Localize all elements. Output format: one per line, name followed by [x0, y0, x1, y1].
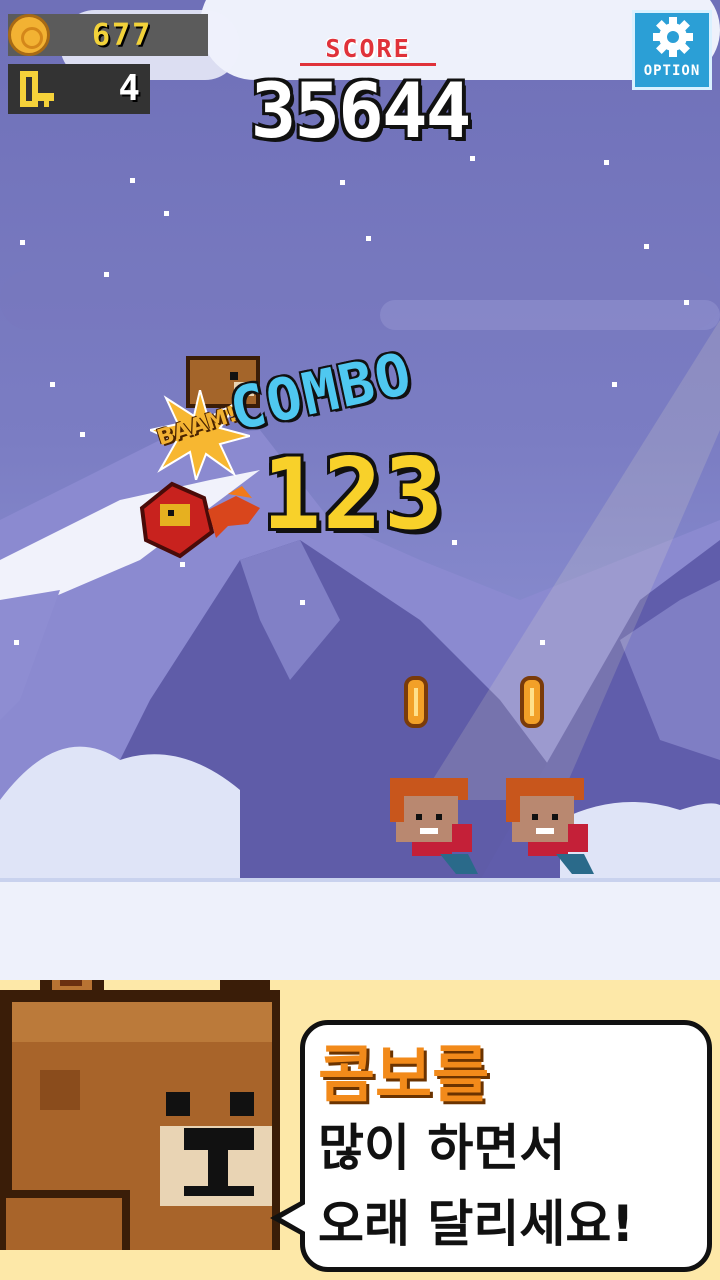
- snowflake: [14, 640, 19, 645]
- snowflake: [180, 562, 185, 567]
- snowflake: [20, 240, 25, 245]
- coin-shine: [414, 688, 418, 716]
- coin-shine: [530, 688, 534, 716]
- key-count: 4: [118, 68, 140, 109]
- snowflake: [104, 272, 109, 277]
- game-scene: BAAM! COMBO 123 677 4 SCORE 35644 OPTION: [0, 0, 720, 980]
- coin-icon: [8, 14, 50, 56]
- snowflake: [80, 432, 85, 437]
- score-label: SCORE: [300, 34, 436, 66]
- snowflake: [684, 300, 689, 305]
- bear-mascot: [0, 980, 280, 1250]
- snowflake: [612, 382, 617, 387]
- snowflake: [300, 600, 305, 605]
- snowflake: [366, 236, 371, 241]
- coin-count: 677: [92, 18, 153, 53]
- coin-counter: 677: [8, 14, 208, 56]
- snowflake: [604, 160, 609, 165]
- snow-ground: [0, 878, 720, 980]
- tip-text-line: 오래 달리세요!: [318, 1195, 635, 1253]
- option-label: OPTION: [643, 63, 701, 79]
- runner-enemy: [390, 778, 478, 874]
- snowflake: [130, 178, 135, 183]
- score-value: 35644: [250, 66, 472, 155]
- gear-icon: [653, 17, 693, 57]
- snowflake: [164, 211, 169, 216]
- coin-pickup: [404, 676, 428, 728]
- snowflake: [340, 180, 345, 185]
- snowflake: [470, 156, 475, 161]
- coin-pickup: [520, 676, 544, 728]
- option-button[interactable]: OPTION: [632, 10, 712, 90]
- snowflake: [540, 640, 545, 645]
- player-character: [139, 481, 260, 559]
- combo-count: 123: [262, 438, 446, 552]
- key-icon: [20, 71, 54, 107]
- tip-heading: 콤보를: [318, 1038, 490, 1111]
- snowflake: [50, 382, 55, 387]
- snowflake: [452, 540, 457, 545]
- runner-enemy: [506, 778, 594, 874]
- speech-bubble-tail-fill: [281, 1203, 307, 1233]
- tip-text-line: 많이 하면서: [318, 1119, 566, 1177]
- snowflake: [644, 244, 649, 249]
- key-counter: 4: [8, 64, 150, 114]
